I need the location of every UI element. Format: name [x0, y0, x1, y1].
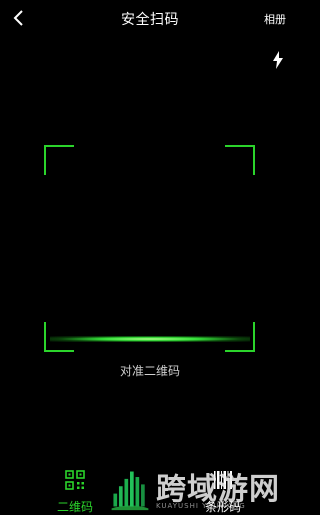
top-bar: 安全扫码 相册	[0, 0, 300, 36]
scan-hint: 对准二维码	[119, 364, 180, 378]
tab-qr-code[interactable]: 二维码	[45, 470, 105, 514]
flashlight-icon[interactable]	[272, 51, 284, 69]
bar-chart-logo-icon	[111, 471, 149, 511]
watermark-logo: 跨域游网 KUAYUSHI YOUWANG	[108, 462, 300, 515]
scan-line	[50, 336, 250, 342]
scan-corner-top-right	[225, 145, 255, 175]
page-title: 安全扫码	[121, 12, 179, 28]
scan-corner-top-left	[44, 145, 74, 175]
qr-code-icon	[65, 470, 85, 490]
tab-qr-code-label: 二维码	[56, 500, 93, 514]
scan-frame	[44, 145, 255, 352]
album-button[interactable]: 相册	[264, 11, 286, 27]
watermark-subtext: KUAYUSHI YOUWANG	[156, 502, 246, 510]
